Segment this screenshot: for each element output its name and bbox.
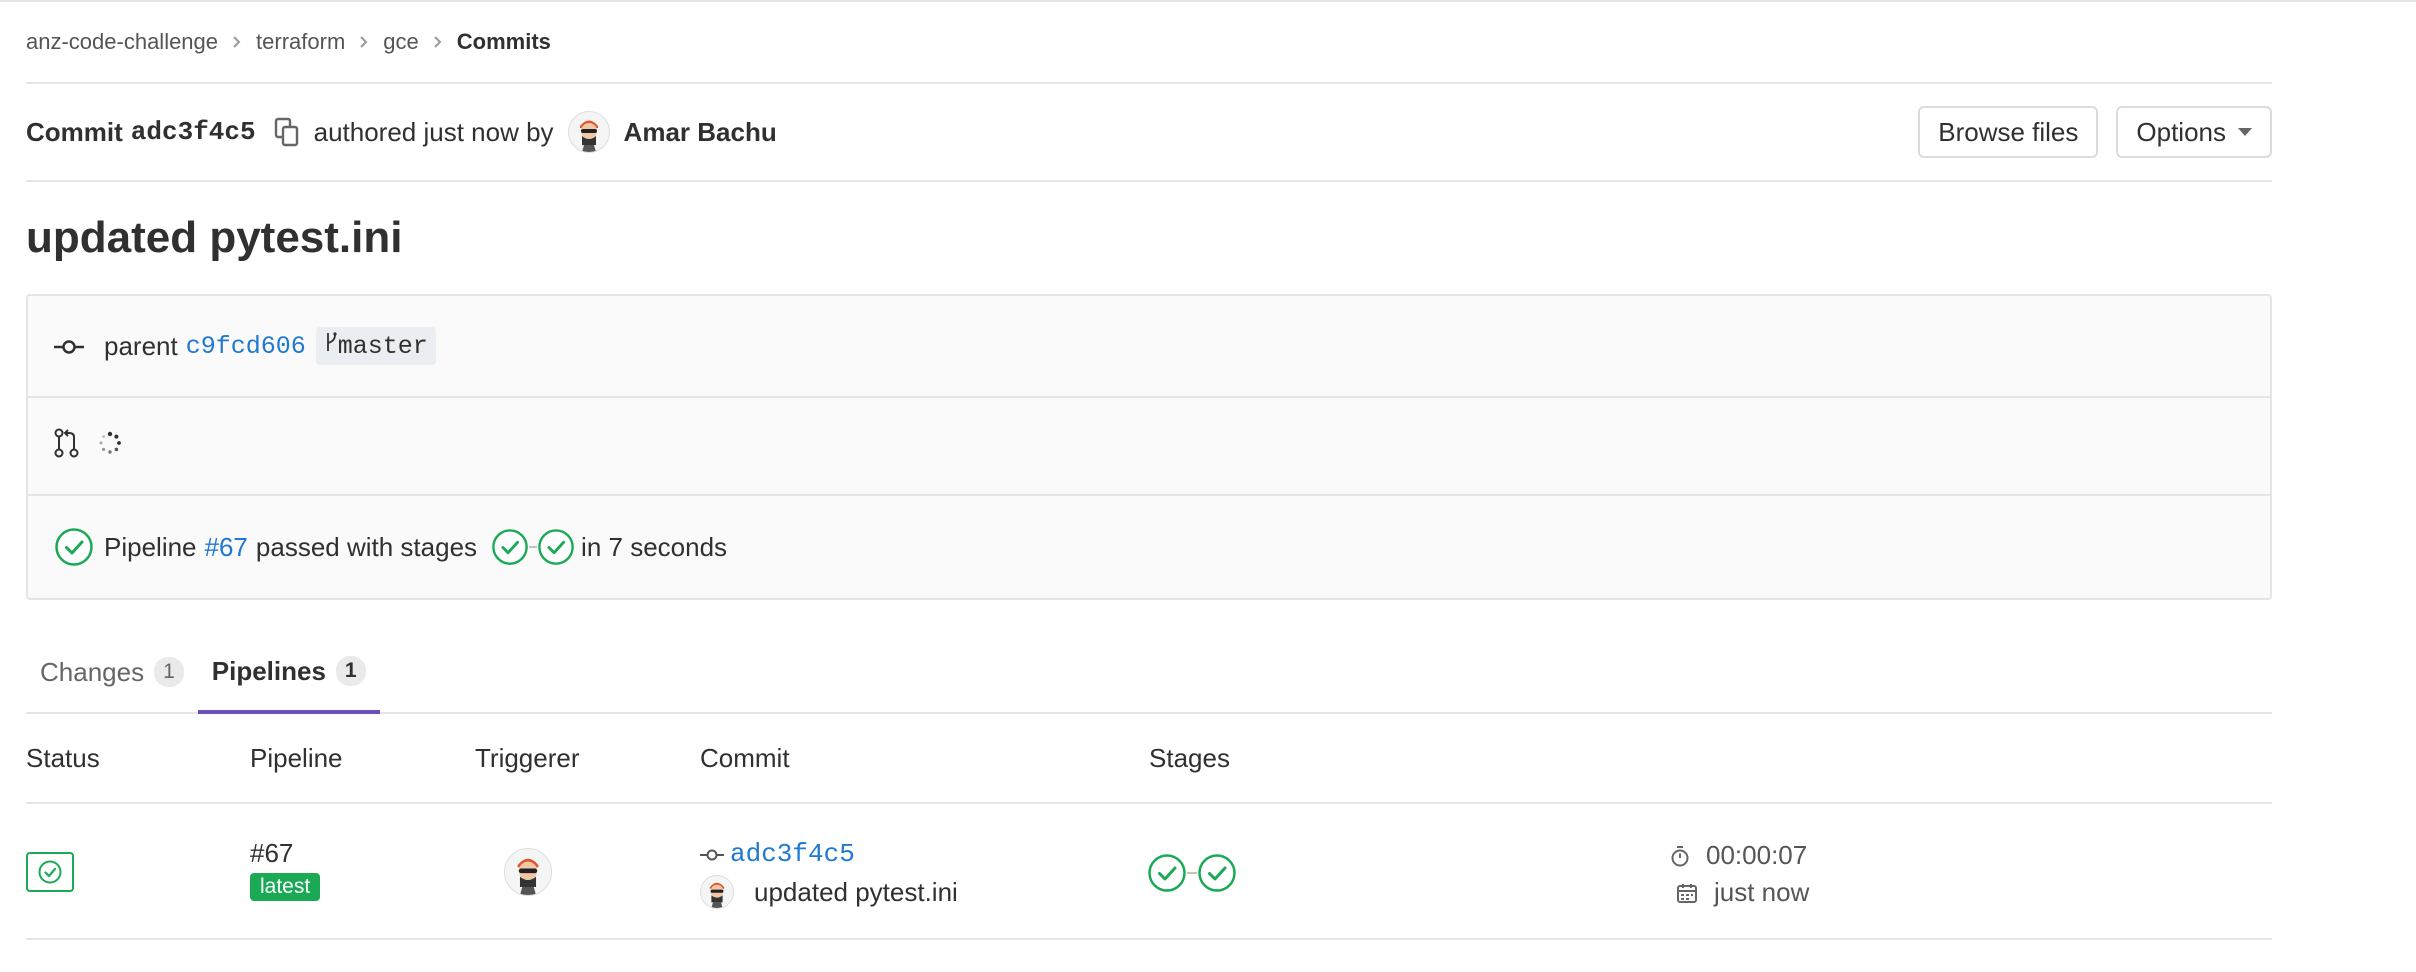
- column-header-pipeline: Pipeline: [250, 742, 343, 773]
- commit-tabs: Changes 1 Pipelines 1: [26, 632, 2272, 714]
- calendar-icon: [1676, 882, 1698, 904]
- stage-connector: [529, 546, 538, 548]
- branch-name: master: [337, 331, 428, 361]
- merge-request-icon: [54, 428, 80, 465]
- commit-title-link[interactable]: updated pytest.ini: [754, 877, 958, 908]
- parent-row: parent c9fcd606 master: [28, 296, 2270, 396]
- column-header-stages: Stages: [1149, 742, 1230, 773]
- pipelines-table-header: Status Pipeline Triggerer Commit Stages: [26, 714, 2272, 804]
- author-name[interactable]: Amar Bachu: [624, 117, 777, 148]
- breadcrumb-item-subgroup[interactable]: terraform: [256, 29, 345, 55]
- tab-count-badge: 1: [154, 657, 184, 687]
- breadcrumb: anz-code-challenge terraform gce Commits: [26, 0, 2272, 84]
- commit-sha-link[interactable]: adc3f4c5: [730, 839, 855, 869]
- chevron-right-icon: [433, 35, 443, 49]
- timer-icon: [1670, 845, 1690, 867]
- tab-label: Pipelines: [211, 655, 326, 686]
- chevron-right-icon: [232, 35, 242, 49]
- column-header-status: Status: [26, 742, 100, 773]
- pipeline-cell: #67 latest: [250, 838, 321, 901]
- tab-count-badge: 1: [335, 656, 366, 686]
- duration-value: 00:00:07: [1706, 840, 1808, 870]
- stage-success-icon[interactable]: [1147, 853, 1187, 893]
- pipeline-status-text: passed with stages: [255, 531, 478, 562]
- finished-value: just now: [1714, 877, 1810, 907]
- breadcrumb-item-project[interactable]: gce: [383, 29, 418, 55]
- copy-icon[interactable]: [274, 117, 300, 147]
- avatar[interactable]: [567, 111, 610, 153]
- stage-success-icon[interactable]: [491, 528, 529, 566]
- header-actions: Browse files Options: [1918, 106, 2272, 158]
- commit-sha: adc3f4c5: [130, 117, 256, 147]
- page-content: anz-code-challenge terraform gce Commits…: [26, 0, 2272, 940]
- mini-pipeline-stages: [1147, 853, 1237, 893]
- tab-label: Changes: [40, 656, 145, 687]
- commit-icon: [54, 331, 84, 362]
- loading-spinner-icon: [98, 431, 122, 462]
- mini-pipeline-stages: [491, 528, 575, 566]
- breadcrumb-item-group[interactable]: anz-code-challenge: [26, 29, 218, 55]
- pipeline-id-link[interactable]: #67: [250, 838, 320, 869]
- tab-changes[interactable]: Changes 1: [26, 632, 198, 712]
- finished-time: just now: [1670, 877, 1809, 908]
- options-label: Options: [2136, 116, 2226, 147]
- status-success-icon: [38, 860, 62, 884]
- stage-success-icon[interactable]: [537, 528, 575, 566]
- breadcrumb-item-current[interactable]: Commits: [457, 29, 551, 55]
- caret-down-icon: [2238, 128, 2252, 136]
- avatar[interactable]: [700, 875, 734, 909]
- commit-label: Commit: [26, 116, 123, 147]
- status-success-icon[interactable]: [54, 527, 94, 567]
- branch-badge[interactable]: master: [315, 327, 436, 365]
- commit-icon: [700, 838, 724, 869]
- table-row: #67 latest adc3f4c5 updated pytest.ini 0…: [26, 804, 2272, 940]
- stage-connector: [1187, 872, 1197, 874]
- timing-cell: 00:00:07 just now: [1670, 840, 1809, 908]
- chevron-right-icon: [359, 35, 369, 49]
- status-badge[interactable]: [26, 852, 74, 892]
- pipeline-row: Pipeline #67 passed with stages in 7 sec…: [28, 494, 2270, 598]
- browse-files-button[interactable]: Browse files: [1918, 106, 2099, 158]
- branch-icon: [324, 331, 338, 361]
- page-title: updated pytest.ini: [26, 213, 403, 262]
- latest-badge: latest: [250, 873, 321, 901]
- parent-label: parent: [104, 330, 178, 361]
- authored-text: authored just now by: [313, 116, 554, 147]
- duration: 00:00:07: [1670, 840, 1809, 871]
- options-dropdown-button[interactable]: Options: [2116, 106, 2272, 158]
- commit-header: Commit adc3f4c5 authored just now by Ama…: [26, 84, 2272, 182]
- merge-requests-row: [28, 396, 2270, 494]
- stage-success-icon[interactable]: [1197, 853, 1237, 893]
- pipeline-link[interactable]: #67: [205, 532, 248, 563]
- parent-sha-link[interactable]: c9fcd606: [186, 332, 306, 361]
- commit-cell: adc3f4c5 updated pytest.ini: [700, 838, 958, 909]
- pipeline-prefix: Pipeline: [104, 531, 197, 562]
- commit-info-box: parent c9fcd606 master Pipeline #67 pass…: [26, 294, 2272, 600]
- column-header-triggerer: Triggerer: [475, 742, 580, 773]
- column-header-commit: Commit: [700, 742, 790, 773]
- tab-pipelines[interactable]: Pipelines 1: [197, 632, 380, 714]
- pipeline-duration: in 7 seconds: [581, 531, 728, 562]
- avatar[interactable]: [504, 848, 552, 902]
